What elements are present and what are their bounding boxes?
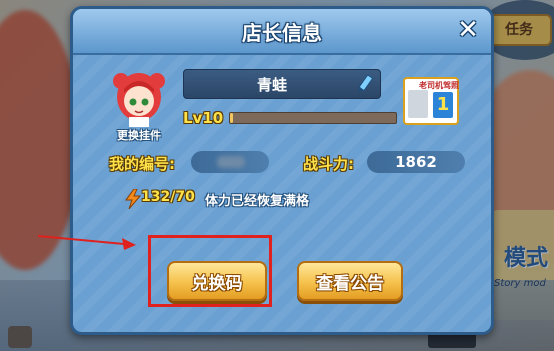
combat-power-label: 战斗力: bbox=[303, 155, 354, 173]
dialog-title: 店长信息 bbox=[242, 21, 322, 45]
license-photo-icon bbox=[408, 90, 428, 118]
player-id-label: 我的编号: bbox=[109, 155, 175, 173]
xp-progress-bar bbox=[229, 112, 397, 124]
license-number: 1 bbox=[433, 92, 453, 118]
view-notice-label: 查看公告 bbox=[316, 274, 384, 294]
lightning-icon bbox=[125, 189, 141, 209]
pencil-edit-icon[interactable] bbox=[354, 73, 376, 95]
change-pendant-label: 更换挂件 bbox=[117, 129, 161, 142]
close-button[interactable]: ✕ bbox=[455, 17, 481, 43]
stamina-value: 132/70 bbox=[141, 189, 195, 205]
view-notice-button[interactable]: 查看公告 bbox=[297, 261, 403, 301]
player-id-redacted bbox=[217, 156, 245, 168]
store-manager-info-dialog: 店长信息 ✕ 更换挂件 青蛙 Lv10 老司机驾照 1 我的编号: 战斗力: 1… bbox=[70, 6, 494, 335]
arrow-annotation-icon bbox=[38, 235, 136, 250]
avatar-change-button[interactable]: 更换挂件 bbox=[109, 69, 169, 143]
stamina-status: 体力已经恢复满格 bbox=[205, 194, 310, 209]
driver-license-badge[interactable]: 老司机驾照 1 bbox=[403, 77, 459, 125]
player-name: 青蛙 bbox=[256, 76, 287, 94]
level-label: Lv10 bbox=[183, 109, 224, 127]
xp-progress-fill bbox=[230, 113, 234, 123]
chibi-girl-avatar-icon bbox=[113, 73, 165, 127]
player-id-value bbox=[191, 151, 269, 173]
player-name-plate: 青蛙 bbox=[183, 69, 381, 99]
combat-power-pill: 1862 bbox=[367, 151, 465, 173]
dialog-title-bar: 店长信息 ✕ bbox=[73, 9, 491, 55]
combat-power-value: 1862 bbox=[395, 153, 437, 171]
redeem-highlight-box bbox=[148, 235, 272, 307]
